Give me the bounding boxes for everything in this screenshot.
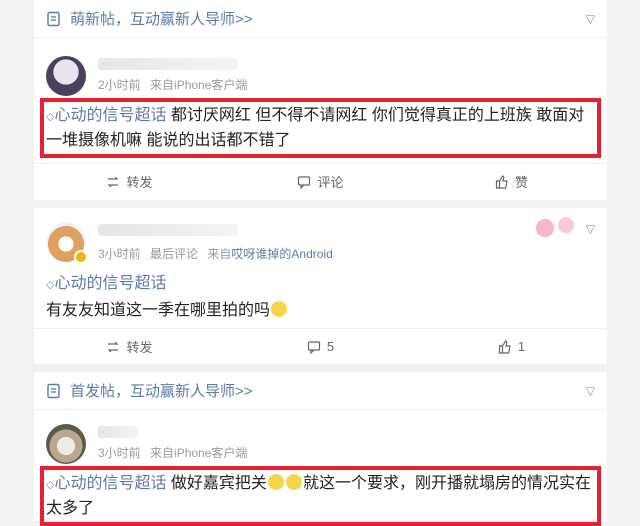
post-card-header-label[interactable]: 首发帖，互动赢新人导师>> bbox=[70, 380, 253, 401]
document-icon bbox=[46, 11, 62, 27]
post-text-line: 有友友知道这一季在哪里拍的吗 bbox=[46, 299, 595, 323]
chevron-down-icon[interactable]: ▽ bbox=[586, 222, 595, 236]
post-body: ◇心动的信号超话 有友友知道这一季在哪里拍的吗 bbox=[46, 272, 595, 323]
post-time: 3小时前 bbox=[98, 246, 141, 261]
post-card-2: ▽ 3小时前 最后评论 来自哎呀谁掉的Android ◇心动的信号超话 有友友知… bbox=[34, 208, 607, 364]
highlight-box bbox=[40, 98, 601, 158]
highlight-box bbox=[40, 466, 601, 526]
verified-badge-icon bbox=[74, 250, 88, 264]
avatar[interactable] bbox=[46, 222, 88, 264]
source-prefix: 来自 bbox=[207, 246, 232, 261]
user-row: 3小时前 最后评论 来自哎呀谁掉的Android bbox=[46, 222, 333, 264]
post-meta: 3小时前 来自iPhone客户端 bbox=[98, 444, 247, 461]
blurred-username bbox=[98, 224, 238, 236]
post-text: 有友友知道这一季在哪里拍的吗 bbox=[46, 302, 271, 319]
post-time: 3小时前 bbox=[98, 445, 141, 460]
thumbs-up-icon bbox=[495, 174, 508, 189]
blurred-username bbox=[98, 426, 138, 438]
comment-button[interactable]: 评论 bbox=[225, 172, 416, 191]
post-card-3: 首发帖，互动赢新人导师>> ▽ 3小时前 来自iPhone客户端 ◇心动的信号超… bbox=[34, 372, 607, 526]
comment-button[interactable]: 5 bbox=[225, 339, 416, 354]
avatar[interactable] bbox=[46, 424, 86, 464]
cherry-blossom-decoration bbox=[517, 214, 587, 242]
thinking-emoji-icon bbox=[271, 301, 288, 317]
post-meta: 3小时前 最后评论 来自哎呀谁掉的Android bbox=[98, 245, 333, 262]
action-bar: 转发 评论 赞 bbox=[34, 163, 607, 199]
comment-icon bbox=[298, 175, 311, 189]
post-card-header-label[interactable]: 萌新帖，互动赢新人导师>> bbox=[70, 8, 253, 29]
topic-link-label[interactable]: 心动的信号超话 bbox=[54, 275, 166, 292]
chevron-down-icon[interactable]: ▽ bbox=[586, 384, 595, 398]
post-card-header[interactable]: 首发帖，互动赢新人导师>> ▽ bbox=[34, 372, 607, 410]
user-row: 2小时前 来自iPhone客户端 bbox=[46, 56, 247, 96]
repost-label: 转发 bbox=[126, 175, 153, 190]
source-link[interactable]: 哎呀谁掉的Android bbox=[231, 247, 332, 261]
user-row: 3小时前 来自iPhone客户端 bbox=[46, 424, 247, 464]
thumbs-up-icon bbox=[498, 339, 511, 354]
chevron-down-icon[interactable]: ▽ bbox=[586, 12, 595, 26]
document-icon bbox=[46, 383, 62, 399]
avatar[interactable] bbox=[46, 56, 86, 96]
post-source: 来自iPhone客户端 bbox=[150, 77, 248, 92]
repost-icon bbox=[108, 176, 119, 187]
like-button[interactable]: 赞 bbox=[416, 172, 607, 191]
post-meta: 2小时前 来自iPhone客户端 bbox=[98, 76, 247, 93]
like-label: 赞 bbox=[514, 175, 528, 190]
repost-icon bbox=[108, 341, 119, 352]
repost-label: 转发 bbox=[126, 340, 153, 355]
action-bar: 转发 5 1 bbox=[34, 328, 607, 364]
repost-button[interactable]: 转发 bbox=[34, 337, 225, 356]
like-count: 1 bbox=[517, 339, 526, 354]
comment-count: 5 bbox=[326, 339, 335, 354]
last-comment: 最后评论 bbox=[150, 246, 199, 261]
post-card-header[interactable]: 萌新帖，互动赢新人导师>> ▽ bbox=[34, 0, 607, 38]
repost-button[interactable]: 转发 bbox=[34, 172, 225, 191]
topic-link[interactable]: ◇心动的信号超话 bbox=[46, 272, 595, 297]
post-time: 2小时前 bbox=[98, 77, 141, 92]
comment-label: 评论 bbox=[317, 175, 344, 190]
post-source: 来自iPhone客户端 bbox=[150, 445, 248, 460]
comment-icon bbox=[307, 340, 320, 354]
post-card-1: 萌新帖，互动赢新人导师>> ▽ 2小时前 来自iPhone客户端 ◇心动的信号超… bbox=[34, 0, 607, 200]
blurred-username bbox=[98, 58, 238, 70]
like-button[interactable]: 1 bbox=[416, 339, 607, 354]
